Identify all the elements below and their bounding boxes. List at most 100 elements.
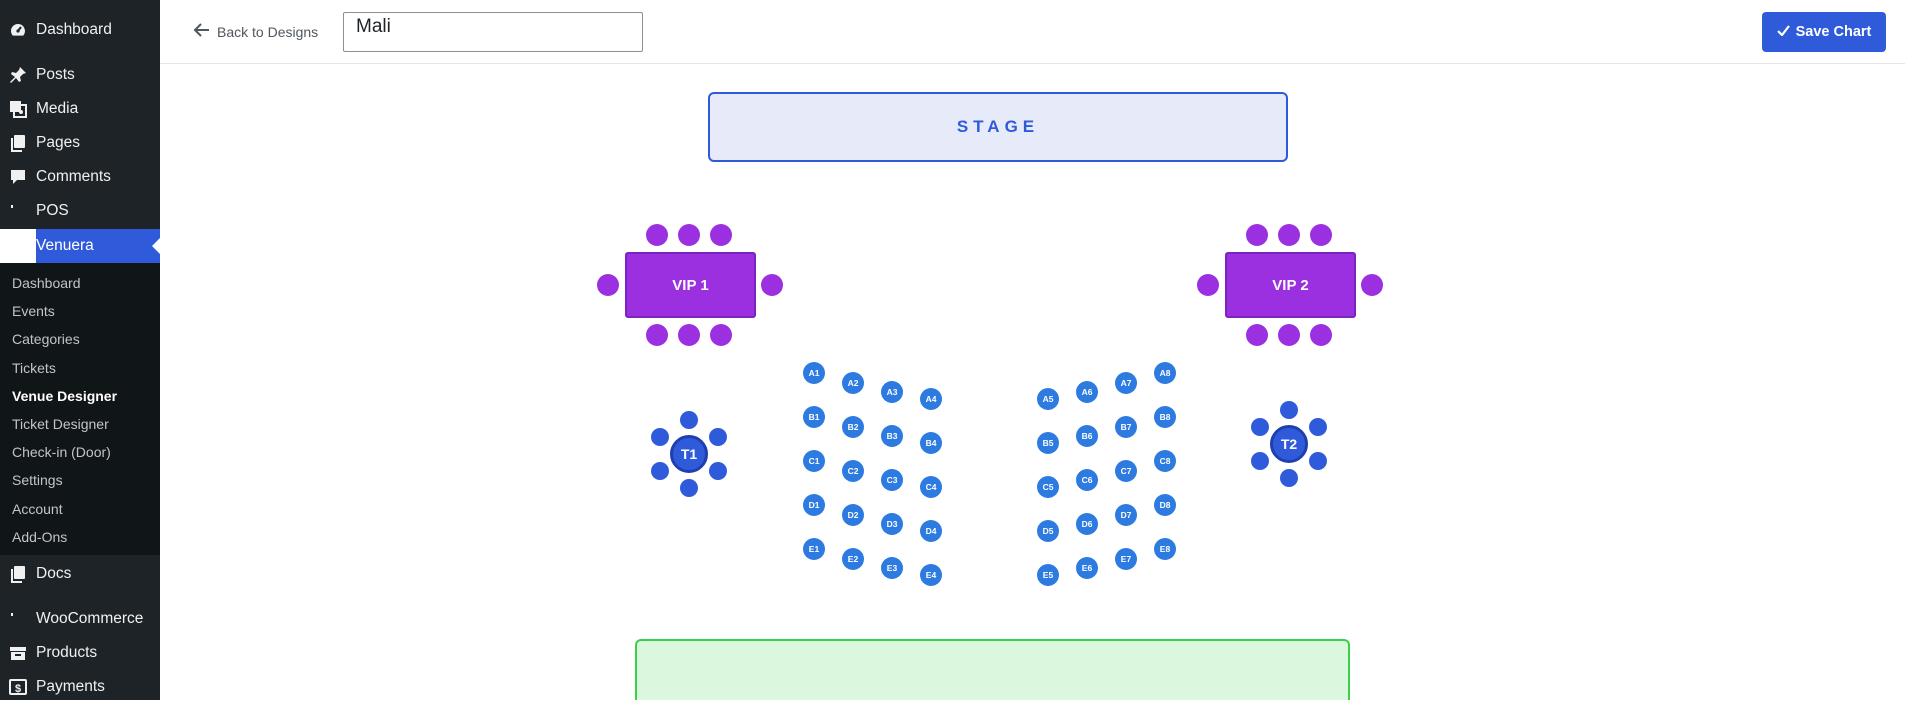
seat[interactable]: D7 bbox=[1115, 504, 1137, 526]
menu-dashboard[interactable]: Dashboard bbox=[0, 13, 160, 47]
table-seat[interactable] bbox=[1250, 452, 1269, 470]
vip-seat[interactable] bbox=[1278, 224, 1300, 246]
table-seat[interactable] bbox=[709, 428, 728, 446]
vip-table[interactable]: VIP 2 bbox=[1225, 252, 1356, 318]
seat[interactable]: B1 bbox=[803, 406, 825, 428]
table-seat[interactable] bbox=[1280, 469, 1298, 487]
vip-seat[interactable] bbox=[1197, 274, 1219, 296]
seat[interactable]: A5 bbox=[1037, 388, 1059, 410]
seat[interactable]: E6 bbox=[1076, 557, 1098, 579]
seat[interactable]: B5 bbox=[1037, 432, 1059, 454]
seat[interactable]: B7 bbox=[1115, 416, 1137, 438]
seat[interactable]: C4 bbox=[920, 476, 942, 498]
vip-seat[interactable] bbox=[1246, 224, 1268, 246]
seat[interactable]: C6 bbox=[1076, 469, 1098, 491]
vip-seat[interactable] bbox=[1361, 274, 1383, 296]
table-seat[interactable] bbox=[1309, 452, 1328, 470]
seat[interactable]: E4 bbox=[920, 564, 942, 586]
menu-posts[interactable]: Posts bbox=[0, 58, 160, 92]
stage[interactable]: STAGE bbox=[708, 92, 1288, 162]
seat[interactable]: A4 bbox=[920, 388, 942, 410]
seat[interactable]: B2 bbox=[842, 416, 864, 438]
seat[interactable]: C5 bbox=[1037, 476, 1059, 498]
seat[interactable]: E5 bbox=[1037, 564, 1059, 586]
vip-seat[interactable] bbox=[1278, 324, 1300, 346]
submenu-item-ticket-designer[interactable]: Ticket Designer bbox=[12, 414, 109, 434]
menu-docs[interactable]: Docs bbox=[0, 557, 160, 591]
vip-seat[interactable] bbox=[1246, 324, 1268, 346]
vip-seat[interactable] bbox=[678, 224, 700, 246]
design-name-input[interactable] bbox=[343, 12, 643, 52]
seat[interactable]: C8 bbox=[1154, 450, 1176, 472]
submenu-item-tickets[interactable]: Tickets bbox=[12, 358, 56, 378]
seat[interactable]: C3 bbox=[881, 469, 903, 491]
menu-label: Payments bbox=[36, 678, 105, 695]
submenu-item-categories[interactable]: Categories bbox=[12, 329, 80, 349]
seat[interactable]: D5 bbox=[1037, 520, 1059, 542]
round-table[interactable]: T1 bbox=[670, 435, 708, 473]
floor-area[interactable] bbox=[635, 639, 1350, 700]
vip-table[interactable]: VIP 1 bbox=[625, 252, 756, 318]
menu-payments[interactable]: $ Payments bbox=[0, 670, 160, 704]
table-seat[interactable] bbox=[1309, 418, 1328, 436]
seat[interactable]: A3 bbox=[881, 381, 903, 403]
menu-comments[interactable]: Comments bbox=[0, 160, 160, 194]
seat[interactable]: A1 bbox=[803, 362, 825, 384]
seat[interactable]: D8 bbox=[1154, 494, 1176, 516]
seat[interactable]: E7 bbox=[1115, 548, 1137, 570]
seat[interactable]: D4 bbox=[920, 520, 942, 542]
seat[interactable]: A8 bbox=[1154, 362, 1176, 384]
submenu-item-venue-designer[interactable]: Venue Designer bbox=[12, 386, 117, 406]
table-seat[interactable] bbox=[680, 479, 698, 497]
vip-seat[interactable] bbox=[646, 324, 668, 346]
vip-seat[interactable] bbox=[761, 274, 783, 296]
vip-seat[interactable] bbox=[710, 224, 732, 246]
vip-seat[interactable] bbox=[710, 324, 732, 346]
table-seat[interactable] bbox=[1250, 418, 1269, 436]
seat[interactable]: D2 bbox=[842, 504, 864, 526]
seat[interactable]: D6 bbox=[1076, 513, 1098, 535]
seat[interactable]: B8 bbox=[1154, 406, 1176, 428]
seat[interactable]: B4 bbox=[920, 432, 942, 454]
submenu-item-account[interactable]: Account bbox=[12, 499, 63, 519]
menu-woocommerce[interactable]: WooCommerce bbox=[0, 602, 160, 636]
table-seat[interactable] bbox=[650, 428, 669, 446]
submenu-item-settings[interactable]: Settings bbox=[12, 470, 63, 490]
seat[interactable]: A2 bbox=[842, 372, 864, 394]
table-seat[interactable] bbox=[680, 411, 698, 429]
table-seat[interactable] bbox=[650, 462, 669, 480]
submenu-item-dashboard[interactable]: Dashboard bbox=[12, 273, 81, 293]
menu-pos[interactable]: POS bbox=[0, 194, 160, 228]
seat[interactable]: C1 bbox=[803, 450, 825, 472]
seat[interactable]: D3 bbox=[881, 513, 903, 535]
vip-seat[interactable] bbox=[597, 274, 619, 296]
table-seat[interactable] bbox=[709, 462, 728, 480]
seat[interactable]: A6 bbox=[1076, 381, 1098, 403]
seat[interactable]: B6 bbox=[1076, 425, 1098, 447]
vip-seat[interactable] bbox=[678, 324, 700, 346]
submenu-item-check-in-door[interactable]: Check-in (Door) bbox=[12, 442, 111, 462]
menu-media[interactable]: Media bbox=[0, 92, 160, 126]
save-chart-button[interactable]: Save Chart bbox=[1762, 12, 1886, 52]
table-seat[interactable] bbox=[1280, 401, 1298, 419]
vip-seat[interactable] bbox=[646, 224, 668, 246]
menu-products[interactable]: Products bbox=[0, 636, 160, 670]
seat[interactable]: C2 bbox=[842, 460, 864, 482]
menu-venuera[interactable]: Venuera bbox=[0, 229, 160, 263]
seat[interactable]: B3 bbox=[881, 425, 903, 447]
seat[interactable]: E1 bbox=[803, 538, 825, 560]
round-table[interactable]: T2 bbox=[1270, 425, 1308, 463]
menu-pages[interactable]: Pages bbox=[0, 126, 160, 160]
back-to-designs-link[interactable]: Back to Designs bbox=[193, 22, 318, 41]
seat[interactable]: A7 bbox=[1115, 372, 1137, 394]
submenu-item-events[interactable]: Events bbox=[12, 301, 55, 321]
seating-canvas[interactable]: STAGE VIP 1 VIP 2 T1 T2 A1 A2 A3 A4 B1 B2 B3 B4 C1 C2… bbox=[160, 65, 1905, 700]
vip-seat[interactable] bbox=[1310, 324, 1332, 346]
seat[interactable]: E3 bbox=[881, 557, 903, 579]
submenu-item-add-ons[interactable]: Add-Ons bbox=[12, 527, 67, 547]
vip-seat[interactable] bbox=[1310, 224, 1332, 246]
seat[interactable]: E8 bbox=[1154, 538, 1176, 560]
seat[interactable]: D1 bbox=[803, 494, 825, 516]
seat[interactable]: C7 bbox=[1115, 460, 1137, 482]
seat[interactable]: E2 bbox=[842, 548, 864, 570]
